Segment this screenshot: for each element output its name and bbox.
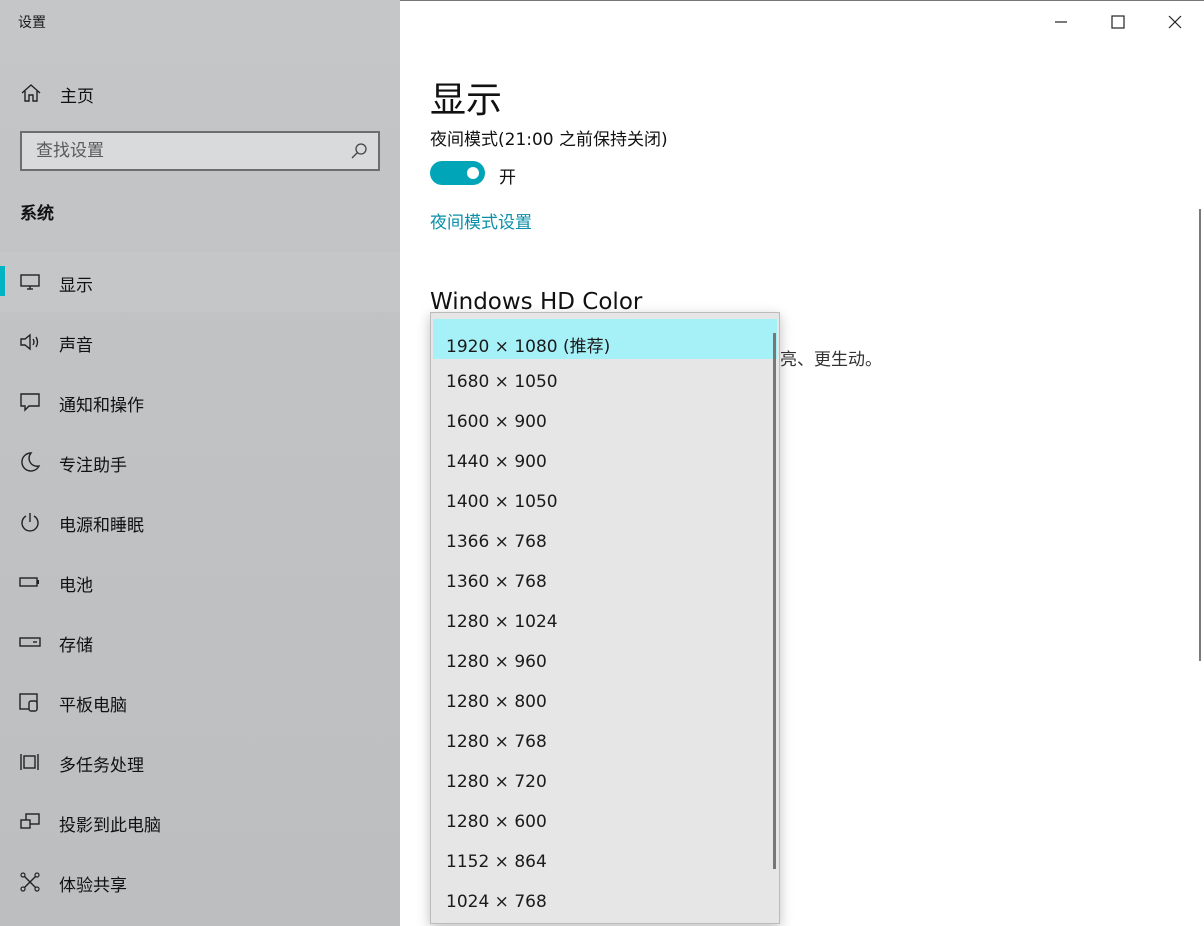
sidebar-item-sound[interactable]: 声音 bbox=[0, 312, 400, 372]
notification-icon bbox=[20, 393, 40, 412]
battery-icon bbox=[19, 577, 39, 587]
resolution-option[interactable]: 1366 × 768 bbox=[433, 519, 777, 559]
resolution-option-label: 1920 × 1080 (推荐) bbox=[446, 337, 611, 357]
resolution-option[interactable]: 1024 × 768 bbox=[433, 879, 777, 919]
sidebar-item-label: 平板电脑 bbox=[59, 696, 127, 716]
sidebar-nav: 显示 声音 通知和操作 专注助手 电源和睡眠 电池 存储 平板电脑 多任务处理 … bbox=[0, 252, 400, 912]
resolution-option[interactable]: 1920 × 1080 (推荐) bbox=[433, 319, 777, 359]
monitor-icon bbox=[20, 274, 40, 290]
resolution-option[interactable]: 1360 × 768 bbox=[433, 559, 777, 599]
maximize-icon[interactable] bbox=[1103, 9, 1133, 35]
project-icon bbox=[20, 813, 40, 829]
selected-indicator bbox=[0, 266, 5, 296]
sidebar-item-shared-experiences[interactable]: 体验共享 bbox=[0, 852, 400, 912]
sidebar-item-label: 电源和睡眠 bbox=[59, 516, 144, 536]
sidebar-item-storage[interactable]: 存储 bbox=[0, 612, 400, 672]
resolution-option[interactable]: 1280 × 800 bbox=[433, 679, 777, 719]
sidebar-item-battery[interactable]: 电池 bbox=[0, 552, 400, 612]
sidebar-item-power-sleep[interactable]: 电源和睡眠 bbox=[0, 492, 400, 552]
multitask-icon bbox=[20, 754, 39, 770]
sidebar-item-focus-assist[interactable]: 专注助手 bbox=[0, 432, 400, 492]
minimize-icon[interactable] bbox=[1046, 9, 1076, 35]
window-title: 设置 bbox=[18, 15, 46, 31]
toggle-state-label: 开 bbox=[499, 168, 516, 188]
toggle-knob bbox=[467, 167, 479, 179]
resolution-option-label: 1400 × 1050 bbox=[446, 492, 558, 512]
resolution-option-label: 1280 × 720 bbox=[446, 772, 547, 792]
sidebar-item-notifications[interactable]: 通知和操作 bbox=[0, 372, 400, 432]
resolution-dropdown-list[interactable]: 1920 × 1080 (推荐) 1680 × 1050 1600 × 900 … bbox=[430, 312, 780, 924]
resolution-option[interactable]: 1600 × 900 bbox=[433, 399, 777, 439]
sidebar-item-label: 投影到此电脑 bbox=[59, 816, 161, 836]
resolution-option-label: 1440 × 900 bbox=[446, 452, 547, 472]
search-icon[interactable] bbox=[350, 142, 368, 160]
resolution-option-label: 1680 × 1050 bbox=[446, 372, 558, 392]
speaker-icon bbox=[20, 333, 39, 351]
resolution-option[interactable]: 1400 × 1050 bbox=[433, 479, 777, 519]
tablet-icon bbox=[19, 693, 38, 712]
search-box[interactable] bbox=[20, 131, 380, 171]
resolution-option[interactable]: 1152 × 864 bbox=[433, 839, 777, 879]
home-icon bbox=[21, 84, 41, 102]
sidebar-item-label: 专注助手 bbox=[59, 456, 127, 476]
resolution-option-label: 1600 × 900 bbox=[446, 412, 547, 432]
night-light-settings-link[interactable]: 夜间模式设置 bbox=[430, 208, 532, 233]
resolution-option[interactable]: 1280 × 720 bbox=[433, 759, 777, 799]
sidebar-item-label: 声音 bbox=[59, 336, 93, 356]
resolution-option-label: 1280 × 960 bbox=[446, 652, 547, 672]
night-light-label: 夜间模式(21:00 之前保持关闭) bbox=[430, 130, 668, 150]
resolution-option-label: 1280 × 1024 bbox=[446, 612, 558, 632]
sidebar: 设置 主页 系统 显示 声音 bbox=[0, 0, 400, 926]
sidebar-item-project[interactable]: 投影到此电脑 bbox=[0, 792, 400, 852]
hd-color-description: 亮、更生动。 bbox=[780, 350, 882, 370]
sidebar-item-label: 存储 bbox=[59, 636, 93, 656]
sidebar-item-multitasking[interactable]: 多任务处理 bbox=[0, 732, 400, 792]
resolution-option-label: 1280 × 800 bbox=[446, 692, 547, 712]
resolution-option[interactable]: 1280 × 1024 bbox=[433, 599, 777, 639]
storage-icon bbox=[19, 637, 41, 647]
close-icon[interactable] bbox=[1160, 9, 1190, 35]
resolution-option-label: 1360 × 768 bbox=[446, 572, 547, 592]
section-heading: 系统 bbox=[20, 204, 54, 224]
resolution-option[interactable]: 1280 × 600 bbox=[433, 799, 777, 839]
sidebar-item-tablet[interactable]: 平板电脑 bbox=[0, 672, 400, 732]
sidebar-item-display[interactable]: 显示 bbox=[0, 252, 400, 312]
search-input[interactable] bbox=[22, 133, 342, 169]
sidebar-item-label: 电池 bbox=[59, 576, 93, 596]
sidebar-item-label: 体验共享 bbox=[59, 876, 127, 896]
home-nav-item[interactable]: 主页 bbox=[0, 72, 400, 112]
power-icon bbox=[21, 513, 39, 532]
main-scrollbar[interactable] bbox=[1199, 209, 1201, 661]
dropdown-scrollbar[interactable] bbox=[773, 333, 776, 869]
resolution-option-label: 1280 × 768 bbox=[446, 732, 547, 752]
resolution-option[interactable]: 1280 × 960 bbox=[433, 639, 777, 679]
sidebar-item-label: 通知和操作 bbox=[59, 396, 144, 416]
resolution-option[interactable]: 1440 × 900 bbox=[433, 439, 777, 479]
resolution-option-label: 1280 × 600 bbox=[446, 812, 547, 832]
resolution-option[interactable]: 1680 × 1050 bbox=[433, 359, 777, 399]
resolution-option-label: 1366 × 768 bbox=[446, 532, 547, 552]
sidebar-item-label: 多任务处理 bbox=[59, 756, 144, 776]
moon-icon bbox=[21, 452, 41, 472]
resolution-option-label: 1024 × 768 bbox=[446, 892, 547, 912]
night-light-toggle[interactable] bbox=[430, 161, 485, 185]
home-label: 主页 bbox=[60, 87, 94, 107]
resolution-option[interactable]: 1280 × 768 bbox=[433, 719, 777, 759]
resolution-option-label: 1152 × 864 bbox=[446, 852, 547, 872]
page-title: 显示 bbox=[430, 80, 503, 121]
sidebar-item-label: 显示 bbox=[59, 276, 93, 296]
share-icon bbox=[20, 872, 40, 892]
